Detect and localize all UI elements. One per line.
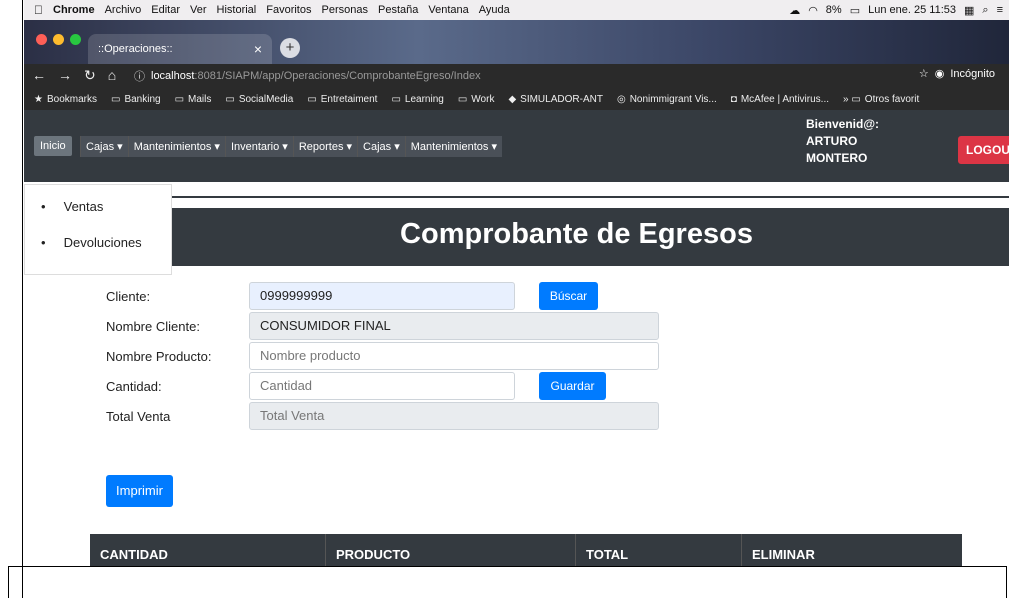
nav-reportes[interactable]: Reportes ▾ (292, 136, 358, 157)
imprimir-button[interactable]: Imprimir (106, 475, 173, 507)
th-cantidad: CANTIDAD (90, 534, 326, 567)
address-bar: ← → ↻ ⌂ ⓘ localhost:8081/SIAPM/app/Opera… (24, 64, 1009, 88)
bookmark-socialmedia[interactable]: ▭ SocialMedia (225, 94, 293, 105)
th-producto: PRODUCTO (326, 534, 576, 567)
search-icon[interactable]: ⌕ (982, 4, 988, 17)
forward-icon[interactable]: → (58, 67, 72, 84)
minimize-window-icon[interactable] (53, 34, 64, 45)
screenshot-frame:  Chrome Archivo Editar Ver Historial Fa… (0, 0, 1009, 598)
nombre-producto-label: Nombre Producto: (106, 349, 212, 364)
back-icon[interactable]: ← (32, 67, 46, 84)
nav-mantenimientos[interactable]: Mantenimientos ▾ (127, 136, 225, 157)
mac-menu-bar:  Chrome Archivo Editar Ver Historial Fa… (24, 0, 1009, 20)
dropdown-item-devoluciones[interactable]: • Devoluciones (41, 235, 142, 250)
frame-border-right-lower (1006, 566, 1007, 598)
close-window-icon[interactable] (36, 34, 47, 45)
menu-editar[interactable]: Editar (151, 4, 180, 16)
nombre-cliente-field[interactable]: CONSUMIDOR FINAL (249, 312, 659, 340)
th-total: TOTAL (576, 534, 742, 567)
nav-inicio[interactable]: Inicio (34, 136, 72, 156)
browser-tab[interactable]: ::Operaciones:: × (88, 34, 272, 64)
menu-ayuda[interactable]: Ayuda (479, 4, 510, 16)
battery-text[interactable]: 8% (826, 4, 842, 16)
menu-pestana[interactable]: Pestaña (378, 4, 418, 16)
menu-historial[interactable]: Historial (217, 4, 257, 16)
bookmark-simulador[interactable]: ◆ SIMULADOR-ANT (508, 94, 603, 105)
status-area: ☁ ◠ 8% ▭ Lun ene. 25 11:53 ▦ ⌕ ≡ (789, 0, 1003, 20)
dropdown-item-ventas[interactable]: • Ventas (41, 199, 103, 214)
maximize-window-icon[interactable] (70, 34, 81, 45)
url-path: :8081/SIAPM/app/Operaciones/ComprobanteE… (194, 70, 481, 82)
bookmark-entretaiment[interactable]: ▭ Entretaiment (307, 94, 377, 105)
menu-personas[interactable]: Personas (322, 4, 368, 16)
battery-icon[interactable]: ▭ (850, 4, 860, 17)
nav-menu: Cajas ▾ Mantenimientos ▾ Inventario ▾ Re… (80, 136, 502, 157)
nav-inventario[interactable]: Inventario ▾ (224, 136, 293, 157)
menu-ver[interactable]: Ver (190, 4, 207, 16)
incognito-indicator[interactable]: ☆ ◉ Incógnito (919, 67, 995, 81)
frame-border-left (22, 0, 23, 598)
buscar-button[interactable]: Búscar (539, 282, 598, 310)
table-header: CANTIDAD PRODUCTO TOTAL ELIMINAR (90, 534, 962, 567)
bookmark-otros[interactable]: » ▭ Otros favorit (843, 94, 919, 105)
bookmark-mcafee[interactable]: ◘ McAfee | Antivirus... (731, 94, 829, 105)
app-navbar: Inicio Cajas ▾ Mantenimientos ▾ Inventar… (24, 110, 1009, 182)
incognito-icon: ◉ (934, 68, 945, 80)
frame-border-bottom (8, 566, 1007, 567)
nav-mantenimientos-2[interactable]: Mantenimientos ▾ (404, 136, 502, 157)
bookmarks-bar: ★ Bookmarks ▭ Banking ▭ Mails ▭ SocialMe… (24, 88, 1009, 110)
cliente-input[interactable]: 0999999999 (249, 282, 515, 310)
cliente-label: Cliente: (106, 289, 151, 304)
flag-icon[interactable]: ▦ (964, 4, 974, 17)
info-icon[interactable]: ⓘ (134, 68, 145, 84)
nombre-producto-input[interactable]: Nombre producto (249, 342, 659, 370)
total-venta-field[interactable]: Total Venta (249, 402, 659, 430)
apple-icon[interactable]:  (34, 3, 43, 17)
nombre-cliente-label: Nombre Cliente: (106, 319, 200, 334)
menu-list-icon[interactable]: ≡ (997, 4, 1003, 16)
total-venta-label: Total Venta (106, 409, 171, 424)
url-field[interactable]: ⓘ localhost:8081/SIAPM/app/Operaciones/C… (134, 66, 884, 86)
nav-cajas[interactable]: Cajas ▾ (80, 136, 128, 157)
nav-buttons: ← → ↻ ⌂ (32, 67, 116, 84)
bookmark-nonimmigrant[interactable]: ◎ Nonimmigrant Vis... (617, 94, 717, 105)
menu-archivo[interactable]: Archivo (105, 4, 142, 16)
home-icon[interactable]: ⌂ (108, 67, 116, 84)
url-host: localhost (151, 70, 195, 82)
bookmark-mails[interactable]: ▭ Mails (175, 94, 212, 105)
close-tab-icon[interactable]: × (254, 41, 262, 57)
wifi-icon[interactable]: ◠ (808, 4, 818, 17)
cloud-icon[interactable]: ☁ (789, 4, 800, 17)
welcome-text: Bienvenid@: ARTURO MONTERO (806, 117, 880, 165)
menu-ventana[interactable]: Ventana (428, 4, 468, 16)
tab-title: ::Operaciones:: (98, 43, 173, 55)
cajas-dropdown: • Ventas • Devoluciones (24, 184, 172, 275)
tab-strip: ::Operaciones:: × + (24, 20, 1009, 64)
guardar-button[interactable]: Guardar (539, 372, 606, 400)
star-icon[interactable]: ☆ (919, 67, 929, 80)
clock[interactable]: Lun ene. 25 11:53 (868, 4, 956, 16)
incognito-label: Incógnito (950, 67, 995, 80)
logout-button[interactable]: LOGOU (958, 136, 1009, 164)
bookmark-banking[interactable]: ▭ Banking (111, 94, 161, 105)
th-eliminar: ELIMINAR (752, 547, 815, 562)
nav-cajas-2[interactable]: Cajas ▾ (357, 136, 405, 157)
cantidad-label: Cantidad: (106, 379, 162, 394)
reload-icon[interactable]: ↻ (84, 67, 96, 84)
menu-favoritos[interactable]: Favoritos (266, 4, 311, 16)
new-tab-button[interactable]: + (280, 38, 300, 58)
bookmark-learning[interactable]: ▭ Learning (391, 94, 443, 105)
bookmark-work[interactable]: ▭ Work (458, 94, 495, 105)
frame-border-left-lower (8, 566, 9, 598)
bookmark-bookmarks[interactable]: ★ Bookmarks (34, 94, 97, 105)
cantidad-input[interactable]: Cantidad (249, 372, 515, 400)
menu-chrome[interactable]: Chrome (53, 4, 95, 16)
window-controls (36, 34, 81, 45)
